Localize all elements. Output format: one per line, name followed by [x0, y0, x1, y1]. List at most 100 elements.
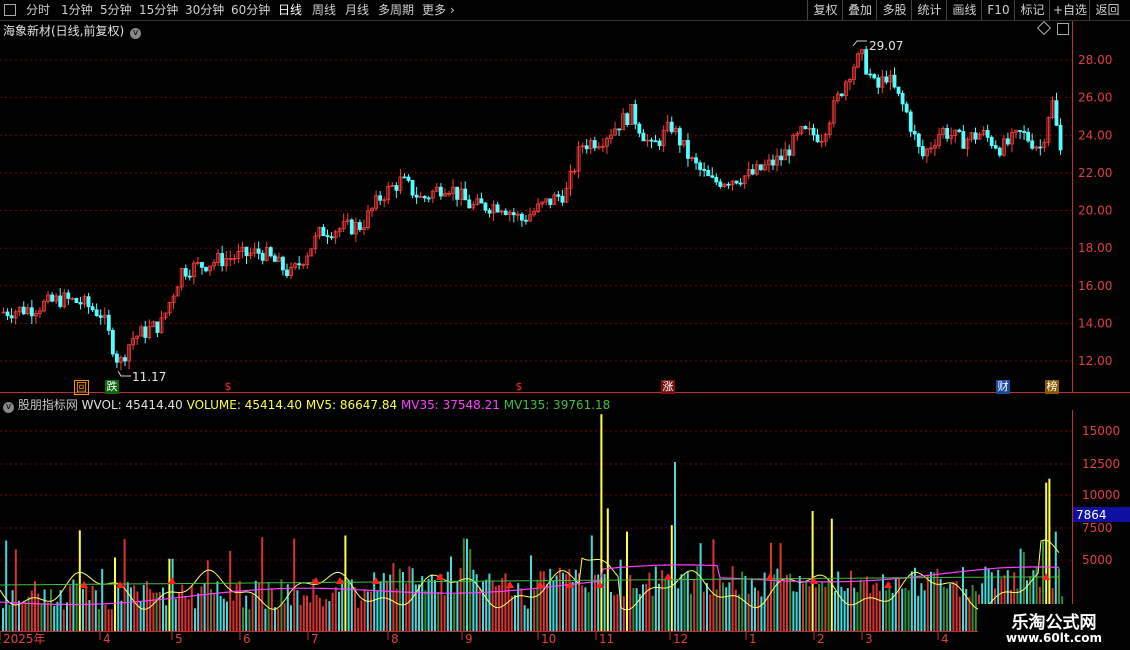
marker-drop[interactable]: 跌 [105, 380, 119, 394]
volume-bar [66, 602, 68, 631]
period-tab-timeshare[interactable]: 分时 [26, 0, 50, 20]
volume-chart[interactable]: 15000 12500 10000 7500 5000 7864 2025年 4 5 6 7 8 9… [0, 410, 1130, 650]
candlestick [337, 226, 342, 238]
candlestick [1022, 125, 1026, 141]
volume-bar [664, 578, 667, 631]
multi-stock-button[interactable]: 多股 [876, 0, 912, 20]
marker-ranking[interactable]: 榜 [1045, 380, 1059, 394]
volume-bar [696, 566, 699, 631]
volume-bar [955, 581, 958, 631]
candlestick [621, 108, 626, 131]
statistics-button[interactable]: 统计 [911, 0, 947, 20]
candlestick [94, 303, 99, 317]
volume-bar [901, 588, 904, 631]
volume-bar [107, 609, 110, 631]
candlestick [540, 201, 545, 208]
volume-bar [174, 598, 177, 631]
volume-bar [149, 589, 152, 631]
candlestick [584, 139, 589, 154]
volume-bar [322, 606, 324, 631]
period-tab-daily[interactable]: 日线 [278, 0, 302, 20]
marker-dollar-2[interactable]: $ [514, 380, 524, 394]
volume-bar [309, 602, 312, 631]
volume-bar [699, 543, 702, 631]
volume-bar [296, 590, 299, 631]
volume-bar [885, 590, 888, 631]
candlestick [151, 320, 156, 328]
back-button[interactable]: 返回 [1089, 0, 1125, 20]
period-tab-15min[interactable]: 15分钟 [139, 0, 178, 20]
volume-bar [242, 607, 244, 631]
candlestick [690, 155, 694, 162]
volume-bar [434, 580, 436, 631]
candlestick [973, 127, 978, 144]
period-tab-weekly[interactable]: 周线 [312, 0, 336, 20]
candlestick [208, 265, 212, 276]
mark-button[interactable]: 标记 [1014, 0, 1050, 20]
period-tab-60min[interactable]: 60分钟 [231, 0, 270, 20]
volume-bar [971, 585, 974, 631]
candlestick [698, 160, 702, 177]
volume-bar [962, 567, 964, 631]
candlestick [933, 138, 937, 156]
candlestick [920, 139, 925, 160]
marker-rise[interactable]: 涨 [661, 380, 675, 394]
candlestick [179, 267, 184, 291]
candlestick [795, 131, 800, 141]
volume-bar [101, 568, 104, 631]
period-tab-5min[interactable]: 5分钟 [100, 0, 132, 20]
volume-bar [485, 579, 488, 631]
candlestick [742, 175, 747, 189]
volume-bar [635, 588, 638, 631]
window-toggle-icon[interactable] [1057, 23, 1069, 35]
price-tick-label: 16.00 [1078, 279, 1112, 293]
volume-bar [443, 595, 446, 631]
menu-icon[interactable] [4, 4, 16, 16]
candlestick [78, 296, 83, 310]
candlestick [1038, 139, 1043, 156]
volume-bar [146, 581, 148, 631]
chevron-right-icon[interactable]: › [450, 0, 455, 20]
period-tab-more[interactable]: 更多 [422, 0, 446, 20]
volume-bar [123, 539, 126, 631]
volume-bar [773, 574, 776, 631]
volume-bar [587, 592, 590, 631]
candlestick [544, 198, 549, 206]
candlestick [1010, 128, 1014, 153]
volume-bar [152, 592, 155, 631]
volume-bar [392, 562, 395, 631]
volume-bar [168, 558, 171, 631]
volume-bar [98, 609, 100, 631]
volume-bar [69, 585, 72, 631]
period-tab-monthly[interactable]: 月线 [345, 0, 369, 20]
volume-bar [226, 601, 228, 631]
volume-bar [866, 576, 868, 631]
restore-rights-button[interactable]: 复权 [807, 0, 843, 20]
volume-bar [712, 539, 715, 631]
period-tab-multi[interactable]: 多周期 [378, 0, 414, 20]
candlestick [390, 182, 395, 187]
volume-bar [683, 574, 686, 631]
period-tab-1min[interactable]: 1分钟 [61, 0, 93, 20]
volume-bar [75, 583, 78, 631]
volume-bar [78, 530, 81, 631]
f10-button[interactable]: F10 [981, 0, 1015, 20]
volume-bar [846, 588, 849, 631]
draw-line-button[interactable]: 画线 [946, 0, 982, 20]
chevron-down-icon[interactable]: v [130, 28, 142, 39]
candlestick [495, 201, 500, 213]
candlestick [503, 208, 508, 216]
stock-title[interactable]: 海象新材(日线,前复权) v [3, 22, 142, 39]
marker-huibu[interactable]: 回 [74, 380, 89, 395]
candlestick [479, 192, 484, 204]
candlestick-chart[interactable]: 28.00 26.00 24.00 22.00 20.00 18.00 16.00 14.00… [0, 21, 1130, 393]
marker-dollar-1[interactable]: $ [223, 380, 233, 394]
overlay-button[interactable]: 叠加 [842, 0, 877, 20]
period-tab-30min[interactable]: 30分钟 [185, 0, 224, 20]
volume-bar [616, 594, 619, 631]
candlestick [86, 292, 91, 314]
volume-bar [315, 595, 318, 631]
marker-finance[interactable]: 财 [996, 380, 1010, 394]
volume-bar [808, 586, 811, 631]
add-watchlist-button[interactable]: +自选 [1049, 0, 1090, 20]
